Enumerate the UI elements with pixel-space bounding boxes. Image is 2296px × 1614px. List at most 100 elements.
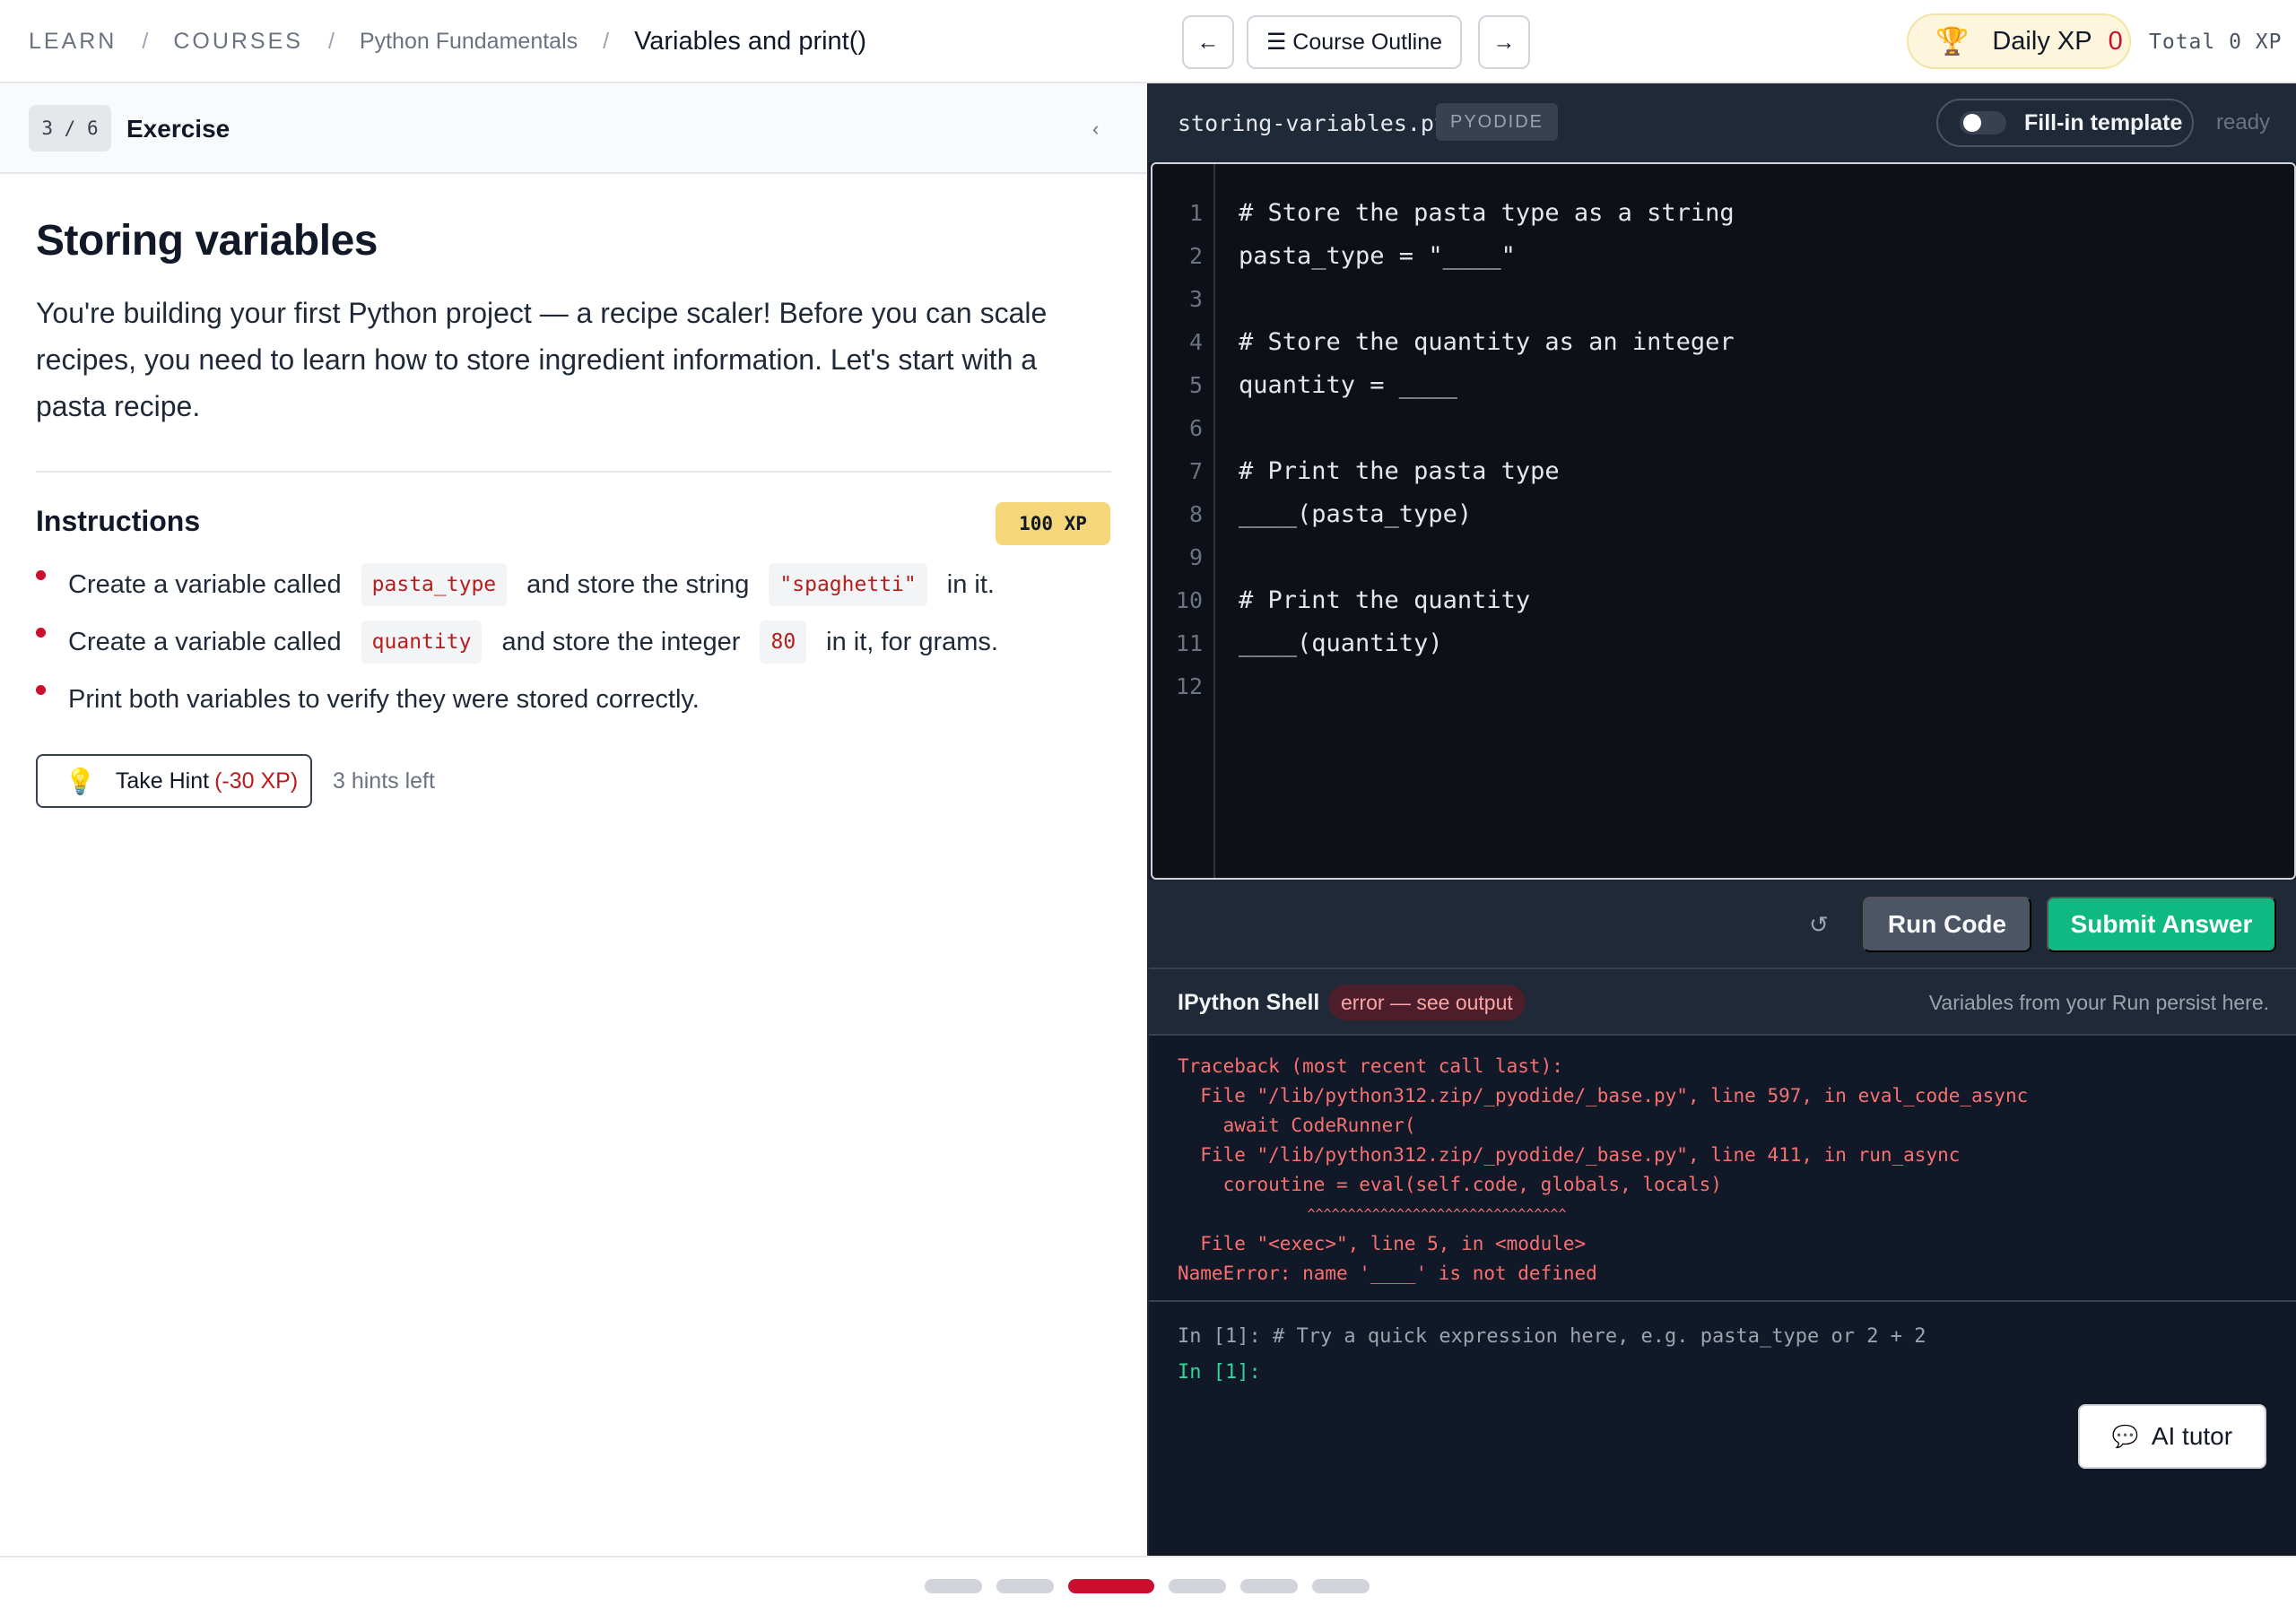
- line-number: 10: [1175, 586, 1203, 613]
- instructions-title: Instructions: [36, 505, 201, 537]
- ai-tutor-label: AI tutor: [2151, 1422, 2233, 1450]
- code-line[interactable]: pasta_type = "____": [1239, 234, 1516, 277]
- progress-step[interactable]: [925, 1579, 982, 1593]
- next-lesson-button[interactable]: →: [1478, 15, 1530, 69]
- instruction-text: Print both variables to verify they were…: [68, 684, 700, 714]
- exercise-progress-badge: 3 / 6: [29, 105, 111, 152]
- instruction-text: in it.: [946, 569, 995, 599]
- breadcrumb-courses[interactable]: COURSES: [173, 29, 303, 55]
- shell-persist-note: Variables from your Run persist here.: [1928, 990, 2269, 1014]
- progress-step-current[interactable]: [1068, 1579, 1154, 1593]
- breadcrumb-separator: /: [142, 29, 149, 54]
- file-name: storing-variables.py: [1178, 109, 1448, 136]
- breadcrumb: LEARN / COURSES / Python Fundamentals / …: [29, 0, 866, 83]
- progress-steps: [925, 1579, 1384, 1593]
- code-editor[interactable]: 1 # Store the pasta type as a string 2 past…: [1151, 162, 2296, 880]
- breadcrumb-separator: /: [327, 29, 335, 54]
- instruction-text: and store the integer: [501, 627, 741, 656]
- collapse-panel-icon[interactable]: ‹: [1092, 83, 1099, 174]
- code-line[interactable]: ____(quantity): [1239, 621, 1443, 664]
- line-number: 5: [1188, 371, 1203, 398]
- code-line[interactable]: quantity = ____: [1239, 363, 1457, 406]
- traceback-line: NameError: name '____' is not defined: [1178, 1263, 1597, 1284]
- hint-cost: (-30 XP): [214, 768, 299, 794]
- line-number: 2: [1188, 242, 1203, 269]
- progress-step[interactable]: [996, 1579, 1054, 1593]
- fill-in-template-toggle[interactable]: Fill-in template: [1936, 99, 2194, 147]
- code-line[interactable]: # Store the quantity as an integer: [1239, 320, 1735, 363]
- line-number: 12: [1175, 672, 1203, 699]
- inline-code: "spaghetti": [769, 563, 927, 606]
- progress-step[interactable]: [1312, 1579, 1370, 1593]
- exercise-header: 3 / 6 Exercise ‹: [0, 83, 1147, 174]
- lightbulb-icon: 💡: [65, 767, 96, 795]
- toggle-knob: [1963, 114, 1981, 132]
- instruction-item: Print both variables to verify they were…: [36, 671, 1112, 728]
- arrow-left-icon: ←: [1196, 29, 1220, 55]
- code-line[interactable]: # Store the pasta type as a string: [1239, 191, 1735, 234]
- line-number: 8: [1188, 500, 1203, 527]
- breadcrumb-current-lesson: Variables and print(): [634, 27, 867, 56]
- instruction-item: Create a variable called quantity and st…: [36, 613, 1112, 671]
- take-hint-button[interactable]: 💡 Take Hint (-30 XP): [36, 754, 312, 808]
- line-number: 4: [1188, 328, 1203, 355]
- run-code-button[interactable]: Run Code: [1863, 897, 2031, 952]
- instruction-text: and store the string: [526, 569, 750, 599]
- code-line[interactable]: # Print the quantity: [1239, 578, 1530, 621]
- line-number: 3: [1188, 285, 1203, 312]
- toggle-switch[interactable]: [1960, 111, 2006, 134]
- traceback-line: Traceback (most recent call last):: [1178, 1055, 1563, 1077]
- instruction-item: Create a variable called pasta_type and …: [36, 556, 1112, 613]
- line-number: 1: [1188, 199, 1203, 226]
- traceback-line: ^^^^^^^^^^^^^^^^^^^^^^^^^^^^^^^^: [1178, 1206, 1567, 1222]
- instructions-list: Create a variable called pasta_type and …: [36, 556, 1112, 728]
- instruction-text: in it, for grams.: [826, 627, 998, 656]
- shell-input[interactable]: In [1]:: [1178, 1361, 1261, 1384]
- hints-remaining: 3 hints left: [333, 768, 435, 794]
- breadcrumb-learn[interactable]: LEARN: [29, 29, 117, 55]
- instruction-text: Create a variable called: [68, 569, 342, 599]
- code-line[interactable]: # Print the pasta type: [1239, 449, 1560, 492]
- daily-xp-label: Daily XP: [1992, 26, 2092, 56]
- shell-title: IPython Shell: [1178, 989, 1320, 1015]
- runtime-badge: PYODIDE: [1436, 103, 1559, 141]
- bullet-dot: [36, 570, 46, 580]
- line-number: 6: [1188, 414, 1203, 441]
- reset-icon[interactable]: ↺: [1809, 880, 1829, 969]
- prev-lesson-button[interactable]: ←: [1182, 15, 1234, 69]
- shell-prompt-hint: In [1]: # Try a quick expression here, e…: [1178, 1325, 1926, 1348]
- line-number: 7: [1188, 457, 1203, 484]
- ai-tutor-button[interactable]: 💬 AI tutor: [2078, 1404, 2266, 1469]
- shell-output: Traceback (most recent call last): File …: [1178, 1052, 2028, 1289]
- traceback-line: File "/lib/python312.zip/_pyodide/_base.…: [1178, 1144, 1961, 1166]
- divider: [36, 471, 1111, 473]
- xp-reward-badge: 100 XP: [996, 502, 1110, 545]
- progress-footer: [0, 1556, 2296, 1614]
- breadcrumb-course[interactable]: Python Fundamentals: [360, 29, 578, 55]
- submit-answer-button[interactable]: Submit Answer: [2047, 897, 2276, 952]
- code-line[interactable]: ____(pasta_type): [1239, 492, 1472, 535]
- top-bar: LEARN / COURSES / Python Fundamentals / …: [0, 0, 2296, 83]
- arrow-right-icon: →: [1492, 29, 1516, 55]
- course-outline-button[interactable]: ☰ Course Outline: [1247, 15, 1462, 69]
- progress-step[interactable]: [1240, 1579, 1298, 1593]
- traceback-line: coroutine = eval(self.code, globals, loc…: [1178, 1174, 1722, 1195]
- bullet-dot: [36, 685, 46, 695]
- inline-code: pasta_type: [361, 563, 508, 606]
- progress-step[interactable]: [1169, 1579, 1226, 1593]
- bullet-dot: [36, 628, 46, 638]
- editor-status: ready: [2216, 110, 2271, 134]
- breadcrumb-separator: /: [603, 29, 610, 54]
- toggle-label: Fill-in template: [2024, 109, 2183, 135]
- line-number: 11: [1175, 629, 1203, 656]
- inline-code: quantity: [361, 620, 483, 664]
- exercise-title: Storing variables: [36, 217, 378, 265]
- shell-status-badge: error — see output: [1328, 985, 1526, 1020]
- traceback-line: File "<exec>", line 5, in <module>: [1178, 1233, 1587, 1254]
- daily-xp-value: 0: [2108, 26, 2123, 56]
- workspace-panel: storing-variables.py PYODIDE Fill-in tem…: [1147, 83, 2296, 1556]
- exercise-kind-label: Exercise: [126, 114, 230, 143]
- trophy-icon: 🏆: [1935, 26, 1970, 56]
- traceback-line: File "/lib/python312.zip/_pyodide/_base.…: [1178, 1085, 2029, 1106]
- instruction-text: Create a variable called: [68, 627, 342, 656]
